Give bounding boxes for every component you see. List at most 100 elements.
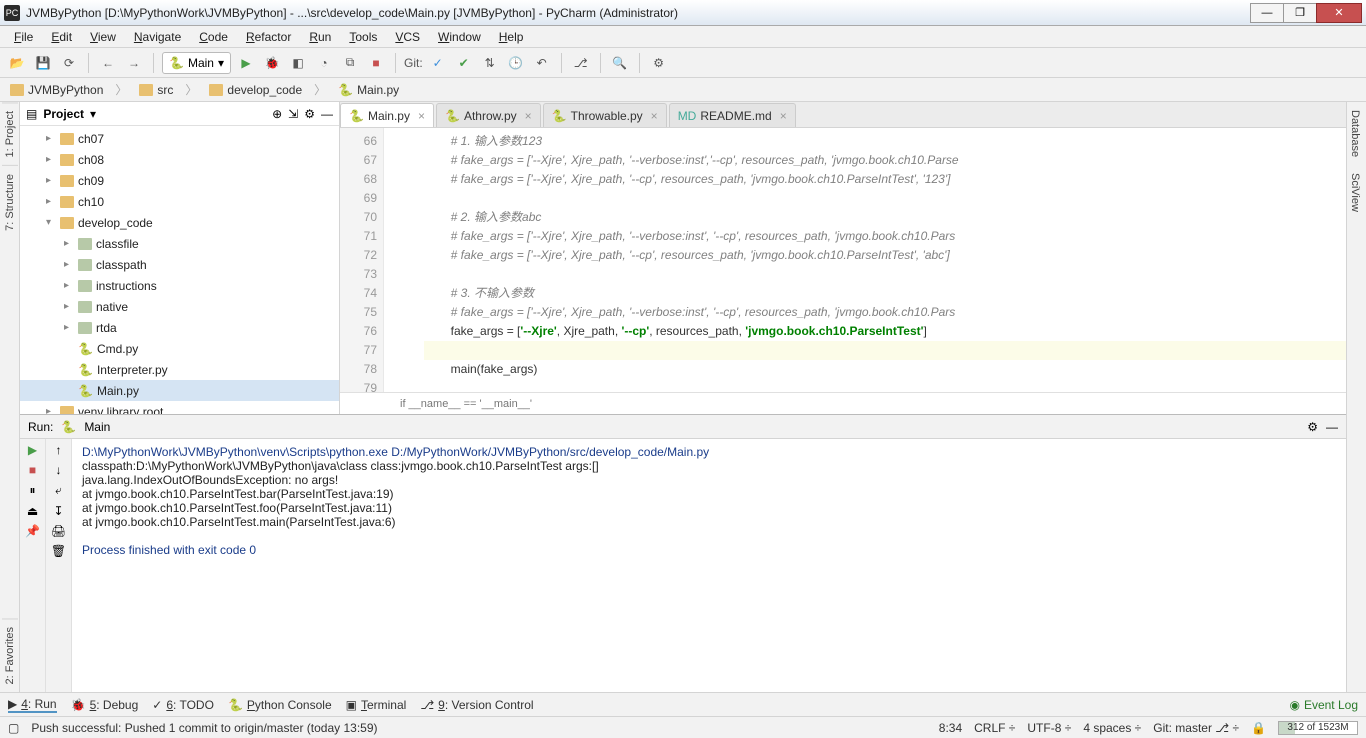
menu-vcs[interactable]: VCS [387, 28, 428, 46]
save-icon[interactable]: 💾 [32, 52, 54, 74]
menu-navigate[interactable]: Navigate [126, 28, 189, 46]
clear-icon[interactable]: 🗑 [51, 544, 66, 558]
memory-indicator[interactable]: 312 of 1523M [1278, 721, 1358, 735]
tree-node[interactable]: ▸classfile [20, 233, 339, 254]
menu-run[interactable]: Run [301, 28, 339, 46]
project-tool-tab[interactable]: 1: Project [2, 102, 18, 165]
down-icon[interactable]: ↓ [56, 463, 62, 477]
tree-node[interactable]: ▸classpath [20, 254, 339, 275]
coverage-button[interactable]: ◧ [287, 52, 309, 74]
editor-tab[interactable]: MDREADME.md× [669, 103, 796, 127]
tree-node[interactable]: ▸venv library root [20, 401, 339, 414]
print-icon[interactable]: 🖨 [51, 524, 66, 538]
tree-node[interactable]: ▸instructions [20, 275, 339, 296]
menu-edit[interactable]: Edit [43, 28, 80, 46]
tree-node[interactable]: 🐍Cmd.py [20, 338, 339, 359]
minimize-button[interactable]: — [1250, 3, 1284, 23]
rerun-icon[interactable]: ▶ [28, 443, 37, 457]
tree-node[interactable]: ▸native [20, 296, 339, 317]
run-button[interactable]: ▶ [235, 52, 257, 74]
maximize-button[interactable]: ❐ [1283, 3, 1317, 23]
git-compare-icon[interactable]: ⇅ [479, 52, 501, 74]
code-editor[interactable]: # 1. 输入参数123 # fake_args = ['--Xjre', Xj… [384, 128, 1346, 392]
tree-node[interactable]: 🐍Interpreter.py [20, 359, 339, 380]
gear-icon[interactable]: ⚙ [304, 107, 315, 121]
tree-node[interactable]: ▸rtda [20, 317, 339, 338]
gear-icon[interactable]: ⊕ [272, 107, 282, 121]
gear-icon[interactable]: ⚙ [1307, 420, 1318, 434]
bottom-tab[interactable]: ⎇9: Version Control [420, 698, 533, 712]
forward-icon[interactable]: → [123, 52, 145, 74]
close-tab-icon[interactable]: × [418, 109, 425, 123]
breadcrumb-item[interactable]: src [135, 83, 177, 97]
tree-node[interactable]: ▸ch07 [20, 128, 339, 149]
caret-position[interactable]: 8:34 [939, 721, 962, 735]
breadcrumb-item[interactable]: develop_code [205, 83, 306, 97]
collapse-icon[interactable]: ⇲ [288, 107, 298, 121]
editor-tab[interactable]: 🐍Main.py× [340, 103, 434, 127]
git-history-icon[interactable]: 🕒 [505, 52, 527, 74]
back-icon[interactable]: ← [97, 52, 119, 74]
tool-window-toggle-icon[interactable]: ▢ [8, 721, 19, 735]
stop-icon[interactable]: ■ [29, 463, 36, 477]
git-revert-icon[interactable]: ↶ [531, 52, 553, 74]
hide-icon[interactable]: — [321, 107, 333, 121]
close-tab-icon[interactable]: × [780, 109, 787, 123]
tree-node[interactable]: 🐍Main.py [20, 380, 339, 401]
bottom-tab[interactable]: 🐍Python Console [228, 698, 332, 712]
indent-setting[interactable]: 4 spaces ÷ [1083, 721, 1141, 735]
scroll-icon[interactable]: ↧ [53, 504, 63, 518]
wrap-icon[interactable]: ⤶ [55, 483, 62, 498]
bottom-tab[interactable]: ▶4: Run [8, 697, 57, 713]
tree-node[interactable]: ▸ch08 [20, 149, 339, 170]
open-icon[interactable]: 📂 [6, 52, 28, 74]
menu-tools[interactable]: Tools [341, 28, 385, 46]
file-encoding[interactable]: UTF-8 ÷ [1027, 721, 1071, 735]
project-tree[interactable]: ▸ch07▸ch08▸ch09▸ch10▾develop_code▸classf… [20, 126, 339, 414]
event-log-button[interactable]: ◉Event Log [1289, 698, 1358, 712]
settings-icon[interactable]: ⚙ [648, 52, 670, 74]
sciview-tool-tab[interactable]: SciView [1347, 165, 1363, 220]
pin-icon[interactable]: 📌 [25, 524, 40, 538]
breadcrumb-item[interactable]: JVMByPython [6, 83, 107, 97]
run-config-selector[interactable]: 🐍 Main ▾ [162, 52, 231, 74]
close-tab-icon[interactable]: × [525, 109, 532, 123]
breadcrumb-item[interactable]: 🐍Main.py [334, 83, 403, 97]
up-icon[interactable]: ↑ [56, 443, 62, 457]
menu-window[interactable]: Window [430, 28, 489, 46]
menu-file[interactable]: File [6, 28, 41, 46]
line-separator[interactable]: CRLF ÷ [974, 721, 1015, 735]
git-branch[interactable]: Git: master ⎇ ÷ [1153, 721, 1239, 735]
pause-icon[interactable]: ⏸ [29, 483, 35, 498]
lock-icon[interactable]: 🔒 [1251, 721, 1266, 735]
menu-refactor[interactable]: Refactor [238, 28, 299, 46]
editor-tab[interactable]: 🐍Athrow.py× [436, 103, 541, 127]
favorites-tool-tab[interactable]: 2: Favorites [2, 618, 18, 692]
tree-node[interactable]: ▸ch09 [20, 170, 339, 191]
close-tab-icon[interactable]: × [651, 109, 658, 123]
concurrency-button[interactable]: ⧉ [339, 52, 361, 74]
profile-button[interactable]: ◔ [313, 52, 335, 74]
exit-icon[interactable]: ⏏ [27, 504, 38, 518]
bottom-tab[interactable]: ▣Terminal [346, 698, 407, 712]
tree-node[interactable]: ▾develop_code [20, 212, 339, 233]
git-update-icon[interactable]: ✓ [427, 52, 449, 74]
hide-icon[interactable]: — [1326, 420, 1338, 434]
tree-node[interactable]: ▸ch10 [20, 191, 339, 212]
menu-code[interactable]: Code [191, 28, 236, 46]
stop-button[interactable]: ■ [365, 52, 387, 74]
bottom-tab[interactable]: 🐞5: Debug [71, 698, 139, 712]
close-button[interactable]: ✕ [1316, 3, 1362, 23]
editor-tab[interactable]: 🐍Throwable.py× [543, 103, 667, 127]
debug-button[interactable]: 🐞 [261, 52, 283, 74]
structure-tool-tab[interactable]: 7: Structure [2, 165, 18, 239]
git-commit-icon[interactable]: ✔ [453, 52, 475, 74]
chevron-down-icon[interactable]: ▾ [90, 107, 96, 121]
code-breadcrumb[interactable]: if __name__ == '__main__' [340, 392, 1346, 414]
menu-help[interactable]: Help [491, 28, 532, 46]
console-output[interactable]: D:\MyPythonWork\JVMByPython\venv\Scripts… [72, 439, 1346, 692]
menu-view[interactable]: View [82, 28, 124, 46]
search-icon[interactable]: 🔍 [609, 52, 631, 74]
git-branch-icon[interactable]: ⎇ [570, 52, 592, 74]
bottom-tab[interactable]: ✓6: TODO [152, 698, 214, 712]
